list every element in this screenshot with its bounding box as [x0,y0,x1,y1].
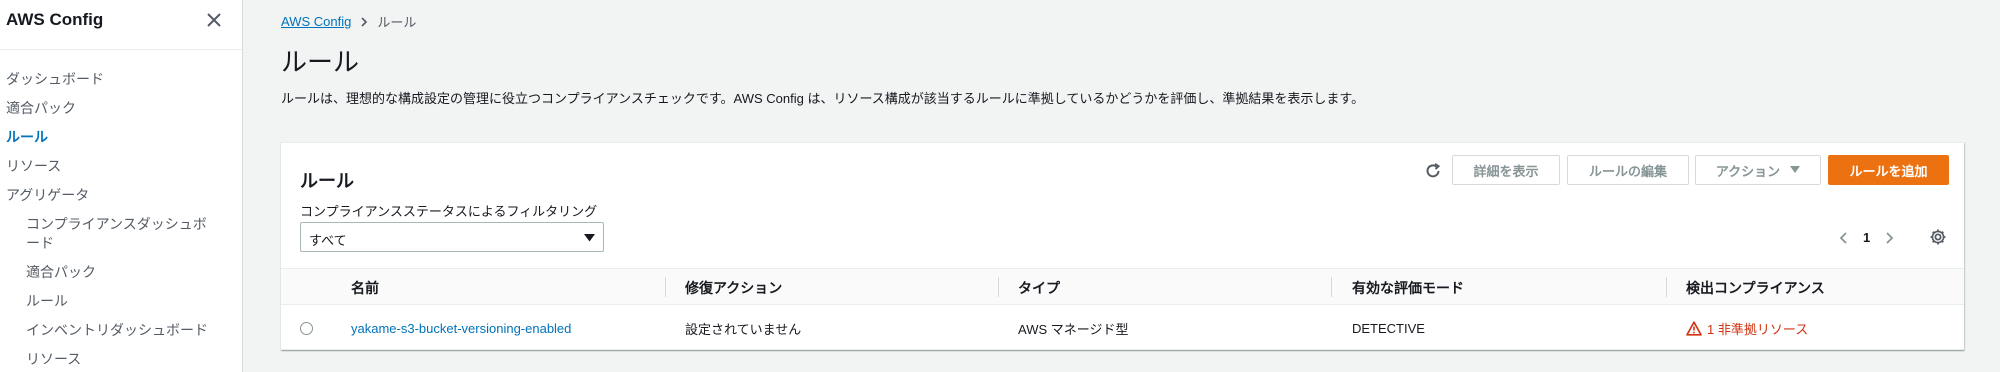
view-details-button[interactable]: 詳細を表示 [1452,155,1560,185]
evaluation-mode-cell: DETECTIVE [1352,320,1425,336]
column-header-detective-compliance[interactable]: 検出コンプライアンス [1686,269,1825,306]
sidebar-item-agg-rules[interactable]: ルール [0,292,243,311]
sidebar-item-agg-conformance-packs[interactable]: 適合パック [0,263,243,282]
close-icon [207,13,221,27]
sidebar-item-compliance-dashboard[interactable]: コンプライアンスダッシュボード [0,215,243,253]
rules-table-container: ルール 詳細を表示 ルールの編集 アクション ルールを追加 コンプライアンスステ… [281,142,1964,350]
close-navigation-button[interactable] [205,11,223,29]
column-divider[interactable] [665,277,666,297]
table-row: yakame-s3-bucket-versioning-enabled 設定され… [281,306,1964,350]
refresh-icon [1426,163,1441,178]
compliance-filter-select[interactable]: すべて [300,222,604,252]
actions-dropdown-button[interactable]: アクション [1695,155,1821,185]
column-divider[interactable] [1666,277,1667,297]
panel-title: ルール [300,171,354,191]
column-header-type[interactable]: タイプ [1018,269,1060,306]
sidebar-item-agg-resources[interactable]: リソース [0,350,243,369]
table-preferences-button[interactable] [1929,228,1947,246]
sidebar-item-inventory-dashboard[interactable]: インベントリダッシュボード [0,321,243,340]
previous-page-button[interactable] [1837,231,1851,245]
sidebar-header: AWS Config [0,0,242,50]
sidebar-item-dashboard[interactable]: ダッシュボード [0,70,243,89]
gear-icon [1930,229,1946,245]
sidebar-item-rules[interactable]: ルール [0,128,243,147]
actions-label: アクション [1715,163,1781,179]
caret-down-icon [1790,166,1801,173]
compliance-cell[interactable]: 1 非準拠リソース [1686,306,1808,350]
warning-icon [1686,320,1702,336]
column-divider[interactable] [1331,277,1332,297]
type-cell: AWS マネージド型 [1018,321,1129,337]
noncompliant-resources-link[interactable]: 1 非準拠リソース [1707,319,1808,338]
add-rule-button[interactable]: ルールを追加 [1828,155,1949,185]
sidebar-item-conformance-packs[interactable]: 適合パック [0,99,243,118]
filter-selected-value: すべて [309,233,347,248]
table-header: 名前 修復アクション タイプ 有効な評価モード 検出コンプライアンス [281,268,1964,305]
next-page-button[interactable] [1882,231,1896,245]
rule-name-link[interactable]: yakame-s3-bucket-versioning-enabled [351,306,571,350]
column-header-remediation[interactable]: 修復アクション [685,269,782,306]
remediation-cell: 設定されていません [685,321,802,337]
breadcrumb-root-link[interactable]: AWS Config [281,14,351,29]
column-header-name[interactable]: 名前 [351,269,379,306]
chevron-left-icon [1839,231,1847,244]
pagination: 1 [1837,230,1896,245]
sidebar-title[interactable]: AWS Config [6,10,103,30]
page-number[interactable]: 1 [1863,230,1870,245]
page-title: ルール [281,47,360,77]
chevron-right-icon [361,16,368,27]
sidebar-nav: ダッシュボード 適合パック ルール リソース アグリゲータ コンプライアンスダッ… [0,70,243,369]
page-description: ルールは、理想的な構成設定の管理に役立つコンプライアンスチェックです。AWS C… [281,91,1365,106]
caret-down-icon [584,234,595,242]
column-header-evaluation-mode[interactable]: 有効な評価モード [1352,269,1464,306]
edit-rule-button[interactable]: ルールの編集 [1567,155,1689,185]
breadcrumb-current: ルール [377,15,417,30]
row-select-radio[interactable] [300,322,313,335]
filter-label: コンプライアンスステータスによるフィルタリング [300,204,598,219]
breadcrumb: AWS Config ルール [281,12,416,31]
chevron-right-icon [1886,231,1894,244]
refresh-button[interactable] [1421,159,1445,183]
side-navigation: AWS Config ダッシュボード 適合パック ルール リソース アグリゲータ… [0,0,243,372]
sidebar-item-resources[interactable]: リソース [0,157,243,176]
column-divider[interactable] [998,277,999,297]
sidebar-item-aggregators[interactable]: アグリゲータ [0,186,243,205]
